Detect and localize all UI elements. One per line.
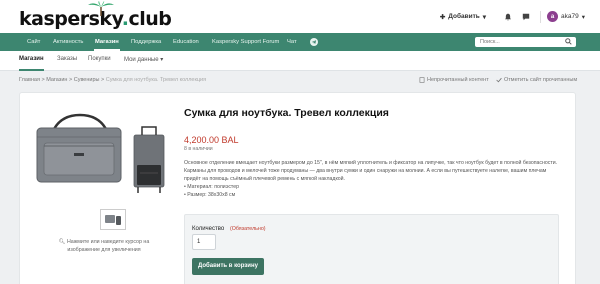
top-bar: kaspersky.club ✚ Добавить ▾ a aka79 ▾ <box>0 0 600 33</box>
mark-site-read-link[interactable]: Отметить сайт прочитанным <box>496 77 577 83</box>
plus-icon: ✚ <box>439 13 446 21</box>
nav-item-support[interactable]: Поддержка <box>131 33 161 51</box>
subnav-purchases[interactable]: Покупки <box>88 56 111 62</box>
palm-icon <box>88 1 114 16</box>
nav-item-education[interactable]: Education <box>173 33 199 51</box>
logo-suffix: club <box>128 8 172 30</box>
chevron-down-icon: ▾ <box>482 13 487 21</box>
telegram-icon[interactable] <box>310 38 318 46</box>
product-description: Основное отделение вмещает ноутбуки разм… <box>184 160 564 200</box>
breadcrumb-shop[interactable]: Магазин <box>46 77 67 83</box>
subnav-shop[interactable]: Магазин <box>19 56 44 71</box>
stock-status: 8 в наличии <box>184 146 213 152</box>
add-to-cart-button[interactable]: Добавить в корзину <box>192 258 264 275</box>
feature-size: • Размер: 38х30х8 см <box>184 192 236 199</box>
quantity-label: Количество <box>192 226 225 232</box>
breadcrumb-souvenirs[interactable]: Сувениры <box>74 77 100 83</box>
purchase-box: Количество (Обязательно) 1 Добавить в ко… <box>184 214 559 284</box>
search-placeholder: Поиск... <box>480 39 500 45</box>
product-title: Сумка для ноутбука. Тревел коллекция <box>184 107 389 119</box>
user-menu[interactable]: a aka79 ▾ <box>547 11 585 22</box>
thumbnail-image <box>105 215 121 225</box>
notifications-button[interactable] <box>500 10 516 23</box>
main-nav: Сайт Активность Магазин Поддержка Educat… <box>0 33 600 51</box>
breadcrumb: Главная > Магазин > Сувениры > Сумка для… <box>19 77 207 83</box>
chevron-down-icon: ▾ <box>160 57 164 63</box>
search-icon[interactable] <box>565 38 572 45</box>
nav-item-activity[interactable]: Активность <box>53 33 83 51</box>
breadcrumb-home[interactable]: Главная <box>19 77 40 83</box>
chevron-down-icon: ▾ <box>581 13 585 21</box>
nav-item-support-forum[interactable]: Kaspersky Support Forum <box>212 33 279 51</box>
subnav-my-data[interactable]: Мои данные ▾ <box>124 56 163 63</box>
quantity-input[interactable]: 1 <box>192 234 216 250</box>
feature-material: • Материал: полиэстер <box>184 184 240 191</box>
unread-content-link[interactable]: Непрочитанный контент <box>419 77 489 83</box>
bell-icon <box>504 13 512 21</box>
document-icon <box>419 77 425 83</box>
nav-item-chat[interactable]: Чат <box>287 33 297 51</box>
divider <box>540 10 542 23</box>
checkmark-icon <box>496 77 502 83</box>
product-price: 4,200.00 BAL <box>184 135 239 145</box>
required-label: (Обязательно) <box>230 226 266 232</box>
sub-nav: Магазин Заказы Покупки Мои данные ▾ <box>0 51 600 71</box>
add-menu-button[interactable]: ✚ Добавить ▾ <box>440 13 486 21</box>
product-thumbnail[interactable] <box>100 209 126 230</box>
breadcrumb-current: Сумка для ноутбука. Тревел коллекция <box>105 77 207 83</box>
avatar: a <box>547 11 559 22</box>
messages-button[interactable] <box>518 10 534 23</box>
product-card: 🔍︎ Нажмите или наведите курсор на изобра… <box>19 92 576 284</box>
nav-item-site[interactable]: Сайт <box>27 33 40 51</box>
search-input[interactable]: Поиск... <box>475 37 576 47</box>
nav-item-shop[interactable]: Магазин <box>94 33 120 51</box>
zoom-icon: 🔍︎ <box>58 239 66 245</box>
inbox-icon <box>522 13 530 20</box>
product-image[interactable] <box>34 113 168 199</box>
username: aka79 <box>561 13 579 20</box>
zoom-hint: 🔍︎ Нажмите или наведите курсор на изобра… <box>58 239 150 253</box>
subnav-orders[interactable]: Заказы <box>57 56 77 62</box>
